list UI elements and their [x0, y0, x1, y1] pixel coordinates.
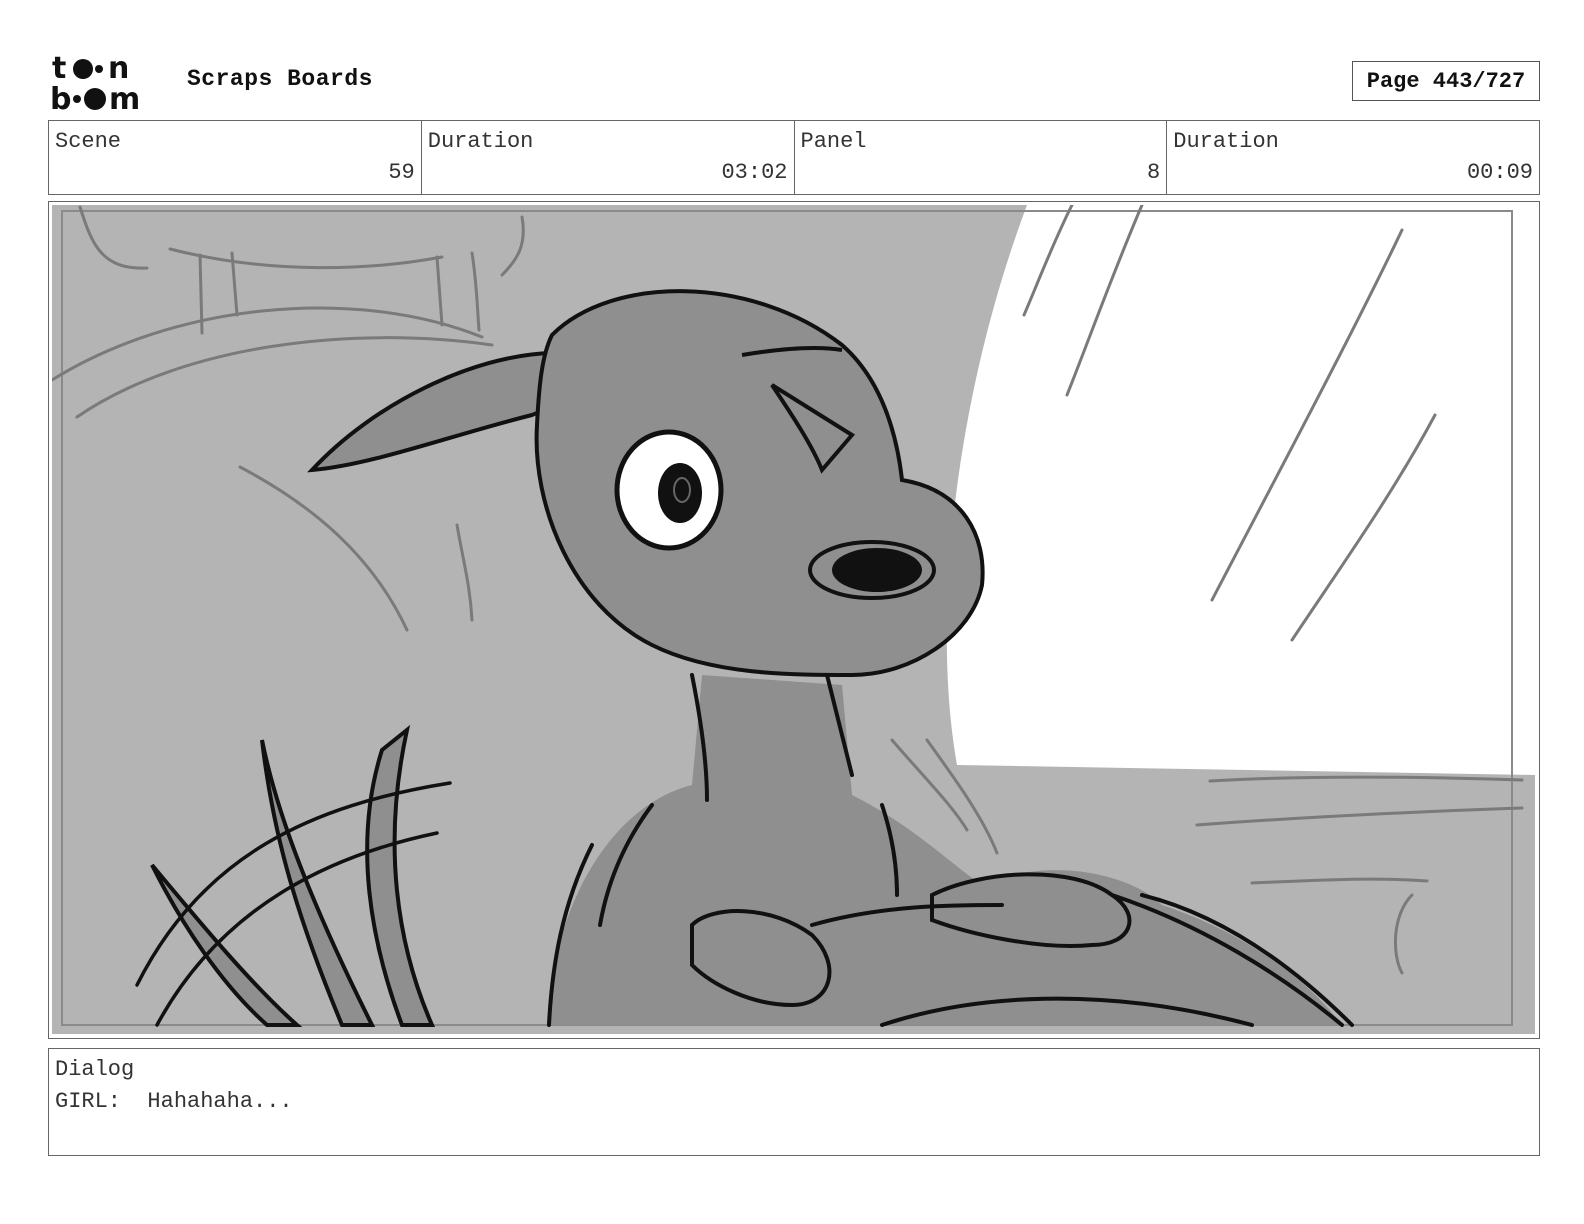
panel-duration-value: 00:09 — [1466, 160, 1533, 185]
project-title: Scraps Boards — [187, 66, 373, 92]
svg-text:t: t — [52, 51, 66, 86]
scene-duration-cell: Duration 03:02 — [422, 121, 795, 194]
page-number: Page 443/727 — [1352, 61, 1540, 101]
svg-text:m: m — [109, 82, 140, 112]
svg-text:b: b — [50, 82, 71, 112]
toonboom-logo-icon: t n b m — [50, 51, 140, 112]
storyboard-sketch-image — [52, 205, 1535, 1034]
panel-duration-label: Duration — [1173, 129, 1279, 154]
panel-label: Panel — [800, 129, 867, 154]
panel-info-row: Scene 59 Duration 03:02 Panel 8 Duration… — [48, 120, 1540, 195]
scene-value: 59 — [388, 160, 415, 185]
scene-cell: Scene 59 — [49, 121, 422, 194]
dialog-box: Dialog GIRL: Hahahaha... — [48, 1048, 1540, 1156]
scene-duration-value: 03:02 — [721, 160, 788, 185]
svg-text:n: n — [108, 51, 129, 86]
storyboard-panel — [48, 201, 1540, 1039]
panel-duration-cell: Duration 00:09 — [1167, 121, 1539, 194]
scene-label: Scene — [55, 129, 122, 154]
panel-cell: Panel 8 — [795, 121, 1168, 194]
dialog-text: GIRL: Hahahaha... — [55, 1089, 293, 1114]
panel-value: 8 — [1147, 160, 1161, 185]
scene-duration-label: Duration — [427, 129, 534, 154]
dialog-label: Dialog — [55, 1057, 135, 1082]
